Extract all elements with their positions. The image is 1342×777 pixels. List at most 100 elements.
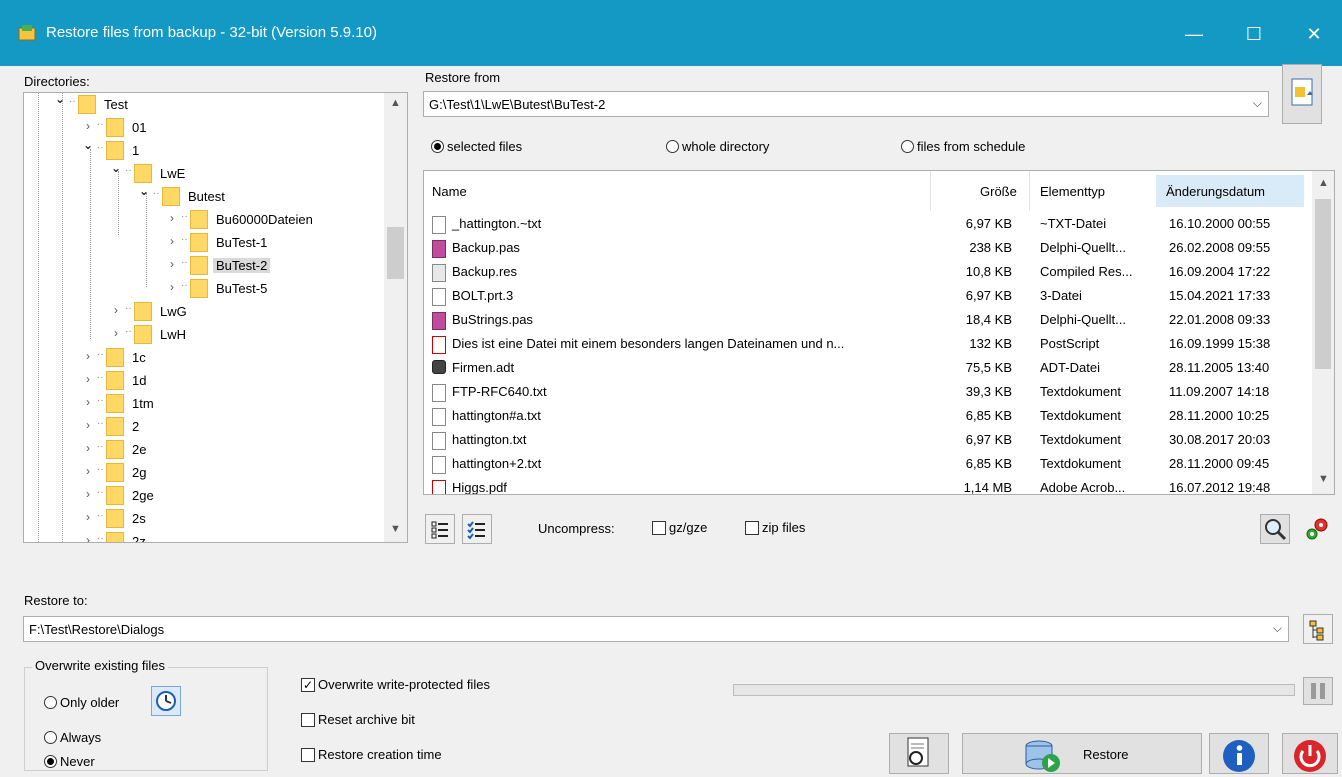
ps-file-icon: [432, 336, 446, 354]
settings-button[interactable]: [1302, 514, 1332, 544]
overwrite-group-label: Overwrite existing files: [32, 658, 169, 673]
tree-scroll-thumb[interactable]: [387, 227, 404, 279]
cell-date: 16.07.2012 19:48: [1169, 480, 1271, 495]
chevron-right-icon[interactable]: ›: [82, 533, 94, 542]
folder-icon: [106, 371, 124, 390]
restore-to-combo[interactable]: F:\Test\Restore\Dialogs ⌵: [23, 616, 1289, 642]
radio-only-older[interactable]: Only older: [44, 694, 119, 712]
info-button[interactable]: [1209, 733, 1269, 774]
restore-creation-time-checkbox[interactable]: Restore creation time: [301, 746, 442, 764]
scroll-down-icon[interactable]: ▼: [390, 523, 401, 535]
details-view-button[interactable]: [462, 514, 492, 544]
cell-date: 16.09.2004 17:22: [1169, 264, 1271, 279]
cell-type: Delphi-Quellt...: [1040, 240, 1126, 255]
exit-button[interactable]: [1282, 733, 1338, 774]
scroll-up-icon[interactable]: ▲: [390, 97, 401, 109]
tree-connector: ··: [125, 326, 132, 337]
tree-connector: ··: [97, 510, 104, 521]
chevron-right-icon[interactable]: ›: [110, 303, 122, 317]
radio-files-from-schedule[interactable]: files from schedule: [901, 138, 1025, 156]
gz-checkbox[interactable]: gz/gze: [652, 519, 707, 537]
cell-name: Higgs.pdf: [452, 480, 507, 495]
scroll-up-icon[interactable]: ▲: [1318, 177, 1329, 189]
table-row[interactable]: BuStrings.pas 18,4 KB Delphi-Quellt... 22.0…: [424, 307, 1304, 331]
table-row[interactable]: Higgs.pdf 1,14 MB Adobe Acrob... 16.07.2012…: [424, 475, 1304, 495]
view-log-button[interactable]: [889, 733, 949, 774]
file-list-scroll-thumb[interactable]: [1315, 199, 1331, 369]
close-button[interactable]: ✕: [1286, 14, 1342, 54]
cell-date: 22.01.2008 09:33: [1169, 312, 1271, 327]
chevron-down-icon[interactable]: ⌄: [82, 138, 94, 152]
table-row[interactable]: hattington#a.txt 6,85 KB Textdokument 28.11…: [424, 403, 1304, 427]
chevron-right-icon[interactable]: ›: [166, 211, 178, 225]
restore-from-combo[interactable]: G:\Test\1\LwE\Butest\BuTest-2 ⌵: [423, 91, 1269, 117]
res-file-icon: [432, 264, 446, 282]
column-date[interactable]: Änderungsdatum: [1166, 184, 1265, 199]
chevron-right-icon[interactable]: ›: [166, 257, 178, 271]
radio-whole-directory[interactable]: whole directory: [666, 138, 769, 156]
select-source-button[interactable]: [1282, 64, 1322, 124]
table-row[interactable]: FTP-RFC640.txt 39,3 KB Textdokument 11.09.2…: [424, 379, 1304, 403]
chevron-right-icon[interactable]: ›: [82, 510, 94, 524]
chevron-down-icon[interactable]: ⌄: [138, 184, 150, 198]
clock-icon: [156, 691, 176, 711]
folder-icon: [190, 210, 208, 229]
restore-button[interactable]: Restore: [962, 733, 1202, 774]
table-row[interactable]: Backup.res 10,8 KB Compiled Res... 16.09.20…: [424, 259, 1304, 283]
chevron-down-icon[interactable]: ⌵: [1273, 621, 1282, 636]
file-list-scrollbar[interactable]: ▲ ▼: [1312, 171, 1334, 494]
maximize-button[interactable]: ☐: [1226, 14, 1282, 54]
chevron-right-icon[interactable]: ›: [82, 395, 94, 409]
chevron-right-icon[interactable]: ›: [82, 487, 94, 501]
chevron-down-icon[interactable]: ⌄: [110, 161, 122, 175]
chevron-down-icon[interactable]: ⌄: [54, 93, 66, 106]
chevron-right-icon[interactable]: ›: [166, 234, 178, 248]
chevron-right-icon[interactable]: ›: [110, 326, 122, 340]
file-list[interactable]: Name Größe Elementtyp Änderungsdatum _ha…: [423, 170, 1335, 495]
zip-checkbox[interactable]: zip files: [745, 519, 805, 537]
chevron-right-icon[interactable]: ›: [82, 349, 94, 363]
column-name[interactable]: Name: [432, 184, 467, 199]
chevron-right-icon[interactable]: ›: [82, 441, 94, 455]
time-settings-button[interactable]: [151, 686, 181, 716]
cell-date: 15.04.2021 17:33: [1169, 288, 1271, 303]
chevron-right-icon[interactable]: ›: [82, 372, 94, 386]
tree-scrollbar[interactable]: ▲ ▼: [384, 93, 407, 542]
reset-archive-bit-checkbox[interactable]: Reset archive bit: [301, 711, 415, 729]
table-row[interactable]: hattington.txt 6,97 KB Textdokument 30.08.2…: [424, 427, 1304, 451]
chevron-down-icon[interactable]: ⌵: [1253, 96, 1262, 111]
table-row[interactable]: Dies ist eine Datei mit einem besonders …: [424, 331, 1304, 355]
search-button[interactable]: [1260, 514, 1290, 544]
chevron-right-icon[interactable]: ›: [82, 119, 94, 133]
chevron-right-icon[interactable]: ›: [82, 418, 94, 432]
table-row[interactable]: BOLT.prt.3 6,97 KB 3-Datei 15.04.2021 17:33: [424, 283, 1304, 307]
table-row[interactable]: _hattington.~txt 6,97 KB ~TXT-Datei 16.10.2…: [424, 211, 1304, 235]
tree-item-label: 2s: [132, 511, 146, 526]
tree-connector: ··: [125, 165, 132, 176]
minimize-button[interactable]: —: [1166, 14, 1222, 54]
adt-file-icon: [432, 360, 446, 374]
folder-icon: [106, 394, 124, 413]
radio-selected-files[interactable]: selected files: [431, 138, 522, 156]
tree-item-label: 2g: [132, 465, 147, 480]
radio-never[interactable]: Never: [44, 753, 95, 771]
chevron-right-icon[interactable]: ›: [166, 280, 178, 294]
browse-target-button[interactable]: [1303, 614, 1333, 644]
table-row[interactable]: hattington+2.txt 6,85 KB Textdokument 28.11…: [424, 451, 1304, 475]
column-size[interactable]: Größe: [980, 184, 1017, 199]
overwrite-write-protected-checkbox[interactable]: ✓ Overwrite write-protected files: [301, 676, 490, 694]
tree-item-label: Bu60000Dateien: [216, 212, 313, 227]
column-type[interactable]: Elementtyp: [1040, 184, 1105, 199]
table-row[interactable]: Firmen.adt 75,5 KB ADT-Datei 28.11.2005 13:…: [424, 355, 1304, 379]
progress-bar: [733, 684, 1295, 696]
directory-tree[interactable]: ▲ ▼ ⌄ ·· Test › ·· 01 ⌄ ·· 1 ⌄ ·· LwE ⌄ ·· Butest › ·· Bu…: [23, 92, 408, 543]
table-row[interactable]: Backup.pas 238 KB Delphi-Quellt... 26.02.20…: [424, 235, 1304, 259]
scroll-down-icon[interactable]: ▼: [1318, 473, 1329, 485]
radio-always[interactable]: Always: [44, 729, 101, 747]
pause-button[interactable]: [1303, 677, 1333, 705]
txt-file-icon: [432, 216, 446, 234]
tree-connector: ··: [97, 533, 104, 543]
list-view-button[interactable]: [425, 514, 455, 544]
chevron-right-icon[interactable]: ›: [82, 464, 94, 478]
tree-item-label: 2e: [132, 442, 147, 457]
